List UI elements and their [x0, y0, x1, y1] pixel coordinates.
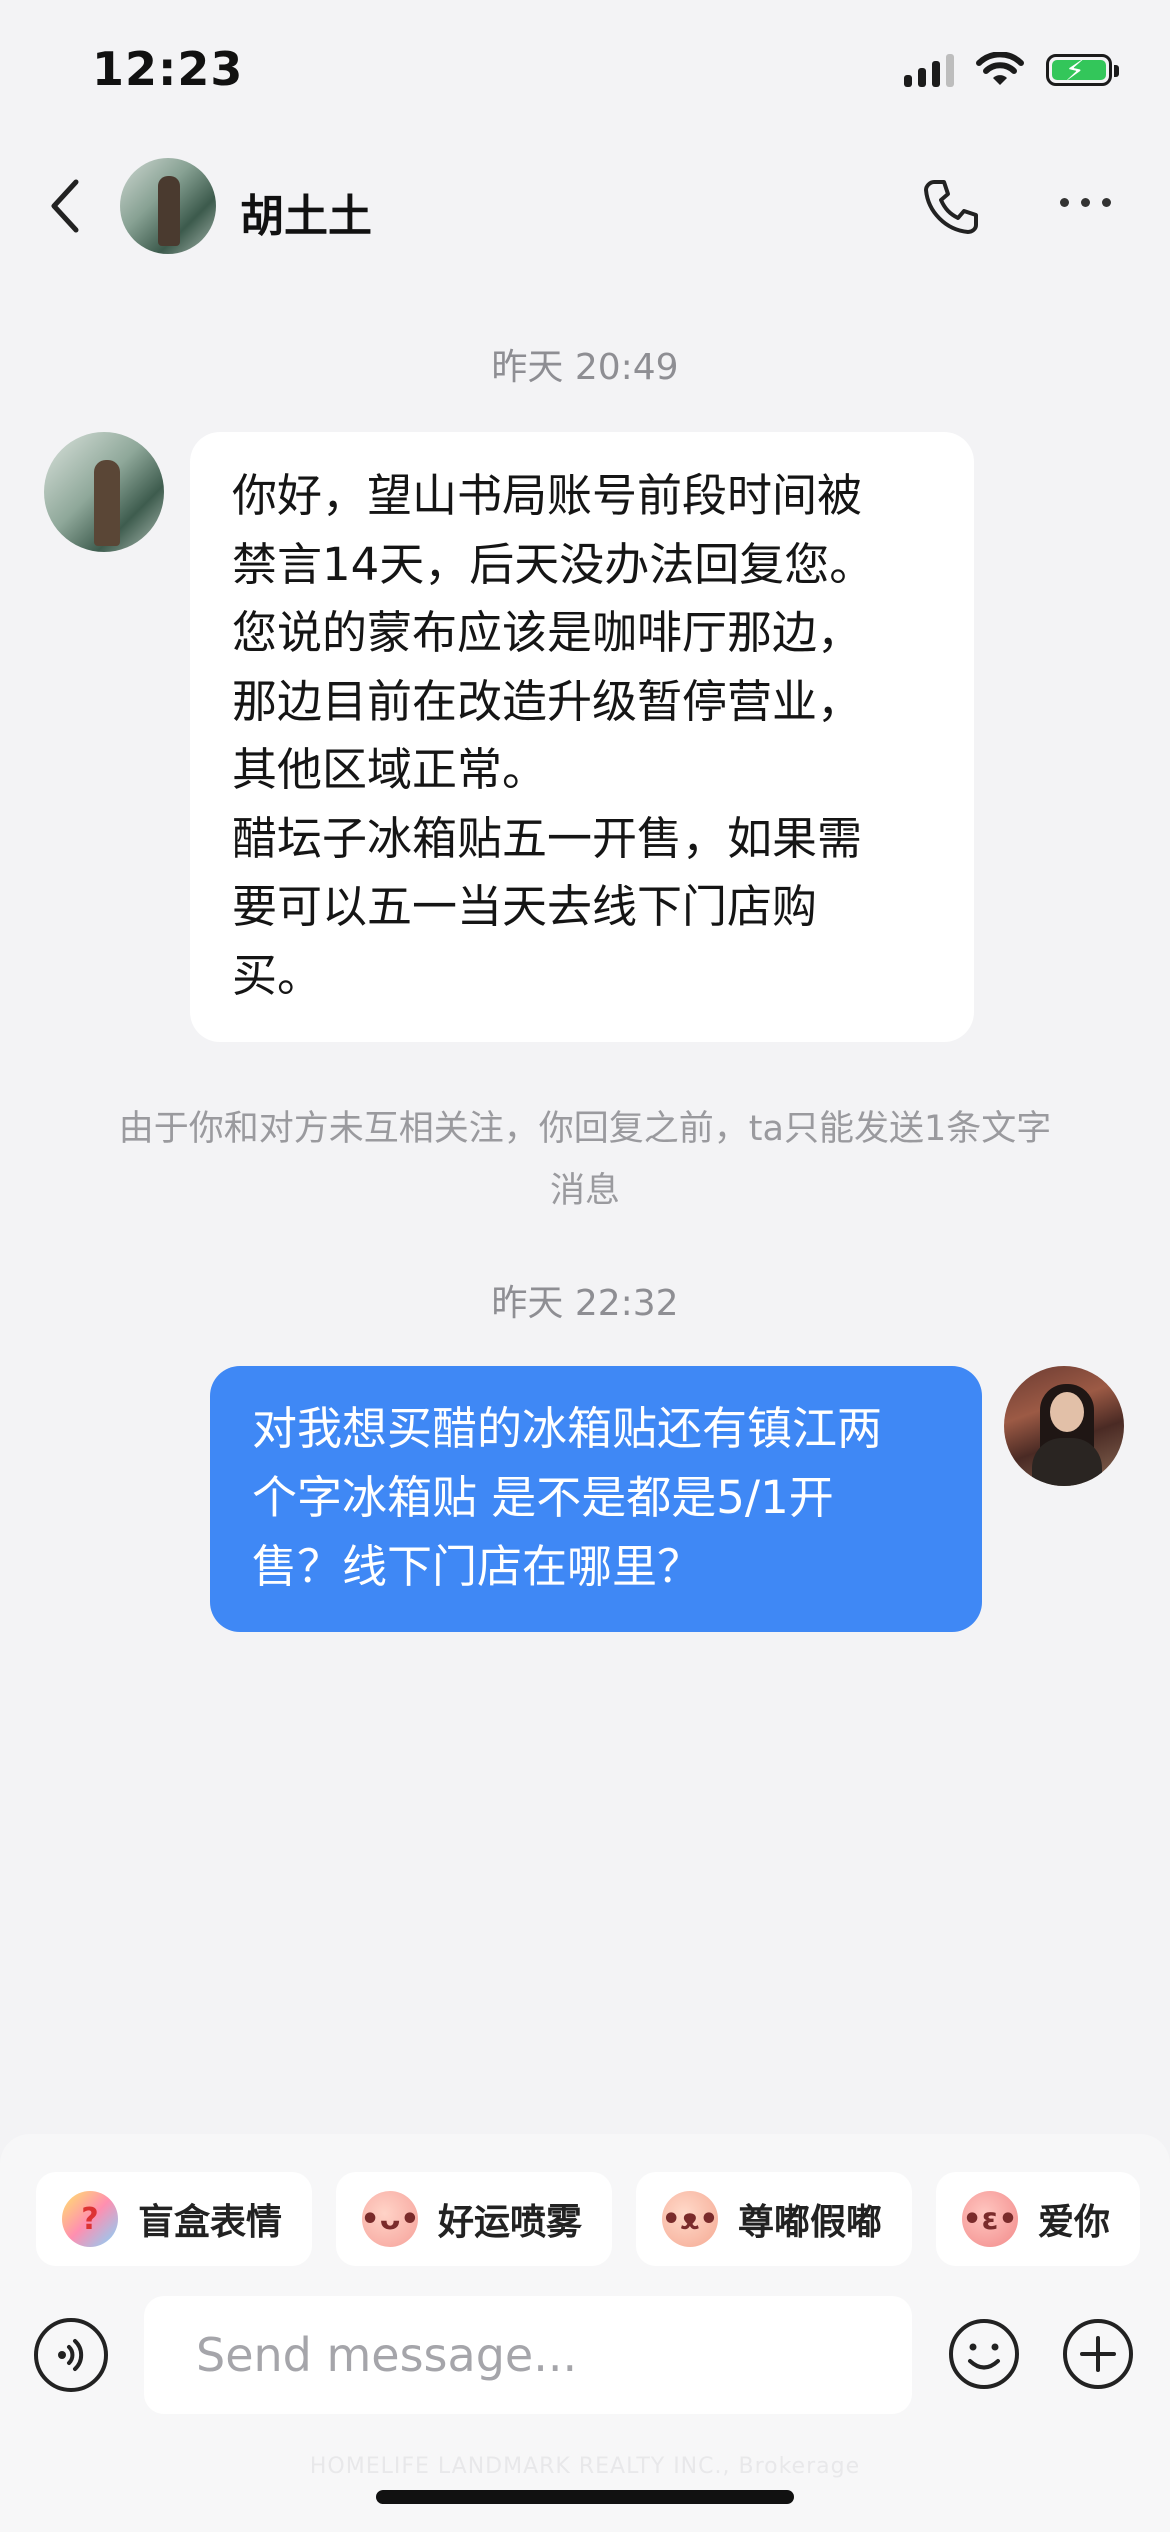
status-time: 12:23 — [92, 42, 244, 96]
timestamp: 昨天 20:49 — [491, 347, 679, 388]
message-line: 醋坛子冰箱贴五一开售，如果需 — [232, 811, 863, 865]
message-line: 您说的蒙布应该是咖啡厅那边， — [232, 606, 863, 659]
timestamp: 昨天 22:32 — [491, 1283, 679, 1324]
message-line: 禁言14天，后天没办法回复您。 — [232, 537, 875, 591]
notice-line: 由于你和对方未互相关注，你回复之前，ta只能发送1条文字 — [118, 1109, 1052, 1149]
watermark: HOMELIFE LANDMARK REALTY INC., Brokerage — [309, 2454, 861, 2479]
message-line: 其他区域正常。 — [232, 743, 548, 796]
message-line: 你好，望山书局账号前段时间被 — [232, 469, 863, 522]
message-line: 那边目前在改造升级暂停营业， — [232, 674, 863, 728]
chip-label: 爱你 — [1038, 2202, 1111, 2243]
message-line: 售？线下门店在哪里？ — [252, 1540, 703, 1593]
more-options-icon[interactable] — [1060, 198, 1111, 207]
contact-avatar[interactable] — [120, 158, 216, 254]
sticker-chip-love[interactable]: •ε• 爱你 — [936, 2172, 1140, 2266]
emoji-icon[interactable] — [946, 2316, 1022, 2392]
message-line: 个字冰箱贴 是不是都是5/1开 — [252, 1471, 834, 1524]
love-sticker-icon: •ε• — [962, 2191, 1018, 2247]
pig-sticker-icon: •ᴥ• — [662, 2191, 718, 2247]
voice-input-icon[interactable] — [34, 2318, 108, 2392]
question-sticker-icon: ? — [62, 2191, 118, 2247]
message-line: 要可以五一当天去线下门店购 — [232, 880, 818, 933]
chip-label: 尊嘟假嘟 — [738, 2202, 883, 2243]
sticker-chip-lucky-spray[interactable]: •ᴗ• 好运喷雾 — [336, 2172, 612, 2266]
lucky-spray-sticker-icon: •ᴗ• — [361, 2191, 419, 2247]
message-line: 买。 — [232, 948, 323, 1002]
sticker-chip-pig[interactable]: •ᴥ• 尊嘟假嘟 — [636, 2172, 912, 2266]
message-line: 对我想买醋的冰箱贴还有镇江两 — [252, 1402, 883, 1455]
message-input[interactable]: Send message... — [144, 2296, 912, 2414]
cellular-signal-icon — [904, 53, 954, 87]
incoming-message-bubble[interactable]: 你好，望山书局账号前段时间被 禁言14天，后天没办法回复您。 您说的蒙布应该是咖… — [190, 432, 974, 1042]
status-icons: ⚡ — [904, 52, 1119, 88]
back-arrow-icon[interactable] — [46, 176, 86, 236]
phone-call-icon[interactable] — [920, 176, 982, 238]
outgoing-message-bubble[interactable]: 对我想买醋的冰箱贴还有镇江两 个字冰箱贴 是不是都是5/1开 售？线下门店在哪里… — [210, 1366, 982, 1632]
sender-avatar[interactable] — [44, 432, 164, 552]
notice-line: 消息 — [549, 1171, 620, 1211]
chip-label: 盲盒表情 — [138, 2202, 283, 2243]
contact-name[interactable]: 胡土土 — [240, 180, 372, 244]
sticker-chip-row: ? 盲盒表情 •ᴗ• 好运喷雾 •ᴥ• 尊嘟假嘟 •ε• 爱你 — [36, 2172, 1140, 2266]
chip-label: 好运喷雾 — [438, 2202, 583, 2243]
follow-notice: 由于你和对方未互相关注，你回复之前，ta只能发送1条文字 消息 — [90, 1098, 1080, 1222]
my-avatar[interactable] — [1004, 1366, 1124, 1486]
battery-charging-icon: ⚡ — [1046, 54, 1119, 87]
home-indicator[interactable] — [376, 2490, 794, 2504]
sticker-chip-blind-box[interactable]: ? 盲盒表情 — [36, 2172, 312, 2266]
wifi-icon — [976, 52, 1024, 85]
add-attachment-icon[interactable] — [1060, 2316, 1136, 2392]
